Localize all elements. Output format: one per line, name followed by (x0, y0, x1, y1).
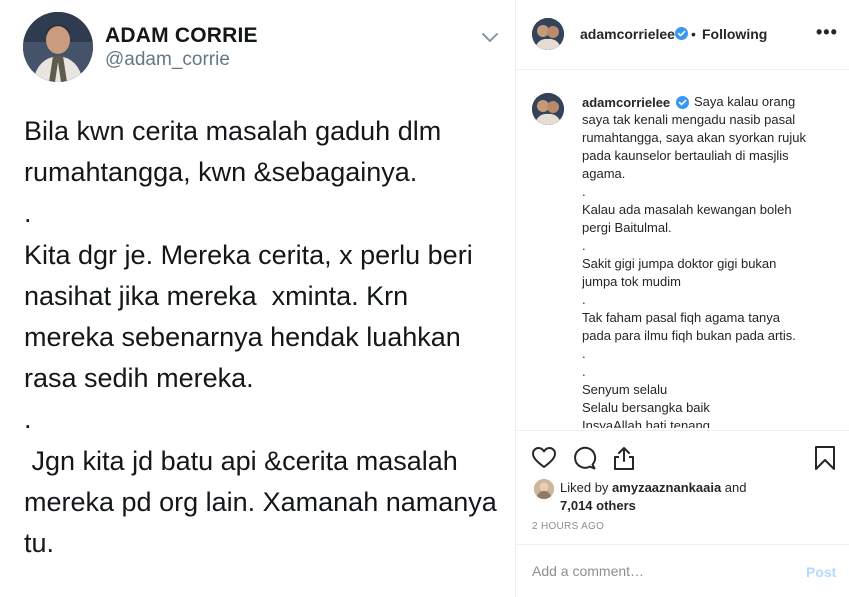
chevron-down-icon[interactable] (481, 30, 499, 44)
author-username[interactable]: adamcorrielee (580, 26, 675, 42)
heart-icon[interactable] (531, 445, 557, 471)
verified-badge-icon (675, 27, 688, 40)
following-button[interactable]: Following (702, 26, 767, 42)
post-header: adamcorrielee • Following ••• (516, 0, 849, 70)
more-options-icon[interactable]: ••• (816, 22, 838, 43)
caption-username[interactable]: adamcorrielee (582, 95, 670, 110)
likes-summary: Liked by amyzaaznankaaia and 7,014 others (560, 479, 820, 515)
post-button[interactable]: Post (806, 564, 836, 580)
comment-input[interactable] (532, 563, 782, 579)
likes-count[interactable]: 7,014 others (560, 498, 636, 513)
liker-username[interactable]: amyzaaznankaaia (612, 480, 721, 495)
verified-badge-icon (676, 96, 689, 109)
share-icon[interactable] (611, 445, 637, 471)
tweet-display-name[interactable]: ADAM CORRIE (105, 24, 258, 48)
post-actions: Liked by amyzaaznankaaia and 7,014 others… (516, 430, 849, 544)
post-timestamp[interactable]: 2 HOURS AGO (532, 521, 604, 532)
comment-bar: Post (516, 544, 849, 597)
comment-icon[interactable] (571, 445, 597, 471)
caption: Saya kalau orang saya tak kenali mengadu… (582, 93, 838, 428)
caption-avatar[interactable] (532, 93, 564, 125)
bookmark-icon[interactable] (812, 445, 838, 471)
post-sidebar: adamcorrielee • Following ••• Saya kalau… (516, 0, 849, 597)
liked-by-label: Liked by (560, 480, 609, 495)
separator-dot: • (691, 26, 696, 42)
tweet-avatar[interactable] (23, 12, 93, 82)
liker-avatar[interactable] (534, 479, 554, 499)
tweet-card: ADAM CORRIE @adam_corrie Bila kwn cerita… (0, 0, 515, 597)
tweet-text: Bila kwn cerita masalah gaduh dlm rumaht… (24, 116, 497, 559)
author-avatar[interactable] (532, 18, 564, 50)
and-label: and (724, 480, 747, 495)
caption-text: Saya kalau orang saya tak kenali mengadu… (582, 94, 807, 428)
tweet-handle[interactable]: @adam_corrie (105, 49, 230, 71)
